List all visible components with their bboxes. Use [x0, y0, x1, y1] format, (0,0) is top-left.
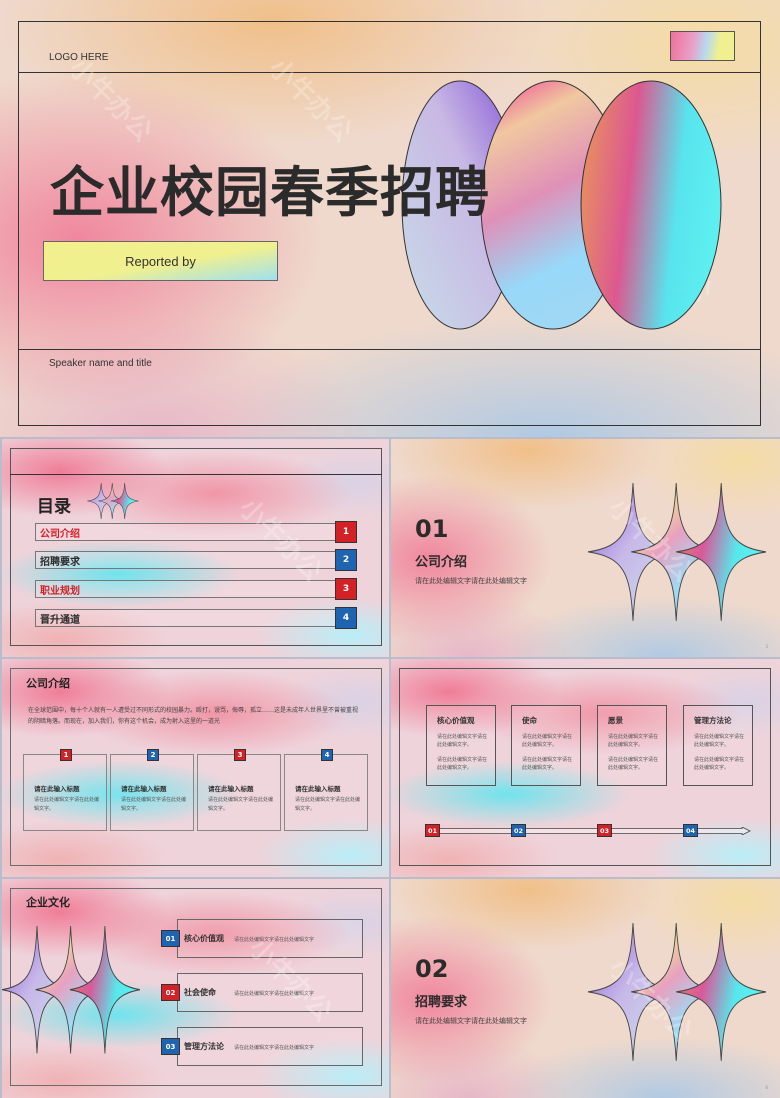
- card-title: 使命: [522, 716, 537, 725]
- row-badge: 03: [161, 1038, 180, 1055]
- section-heading: 企业文化: [26, 896, 70, 909]
- sparkle-stars-icon: [587, 482, 766, 622]
- card-desc: 请在此处编辑文字请在此处编辑文字。: [437, 757, 488, 771]
- value-card-3[interactable]: 愿景 请在此处编辑文字请在此处编辑文字。 请在此处编辑文字请在此处编辑文字。: [597, 705, 667, 786]
- header-divider: [18, 72, 761, 73]
- slide-company-intro[interactable]: 公司介绍 在全球范围中，每十个人就有一人遭受过不同形式的校园暴力。殴打，谩骂，侮…: [2, 659, 389, 877]
- card-badge: 3: [234, 749, 246, 761]
- toc-item-4[interactable]: 晋升通道 4: [35, 607, 357, 629]
- value-card-2[interactable]: 使命 请在此处编辑文字请在此处编辑文字。 请在此处编辑文字请在此处编辑文字。: [511, 705, 581, 786]
- intro-card-4[interactable]: 4 请在此输入标题 请在此处编辑文字请在此处编辑文字。: [284, 749, 368, 831]
- toc-item-1[interactable]: 公司介绍 1: [35, 521, 357, 543]
- toc-badge: 2: [335, 549, 357, 571]
- intro-card-2[interactable]: 2 请在此输入标题 请在此处编辑文字请在此处编辑文字。: [110, 749, 194, 831]
- timeline-marker-3: 03: [597, 824, 612, 837]
- toc-header-divider: [10, 474, 382, 475]
- row-title: 管理方法论: [184, 1042, 224, 1051]
- card-title: 请在此输入标题: [295, 785, 341, 793]
- toc-item-3[interactable]: 职业规划 3: [35, 578, 357, 600]
- reported-by-box: Reported by: [43, 241, 278, 281]
- section-title: 公司介绍: [415, 555, 468, 570]
- toc-badge: 1: [335, 521, 357, 543]
- slide-title[interactable]: LOGO HERE 企业校园春季招聘 Reported by Speaker n…: [0, 0, 780, 437]
- card-desc: 请在此处编辑文字请在此处编辑文字。: [608, 757, 659, 771]
- card-desc: 请在此处编辑文字请在此处编辑文字。: [608, 734, 659, 748]
- page-number: 3: [765, 644, 768, 649]
- card-badge: 4: [321, 749, 333, 761]
- toc-item-label: 公司介绍: [40, 528, 80, 540]
- row-desc: 请在此处编辑文字请在此处编辑文字: [234, 1045, 315, 1051]
- card-desc: 请在此处编辑文字请在此处编辑文字。: [437, 734, 488, 748]
- row-badge: 02: [161, 984, 180, 1001]
- card-desc: 请在此处编辑文字请在此处编辑文字。: [208, 797, 274, 812]
- value-card-4[interactable]: 管理方法论 请在此处编辑文字请在此处编辑文字。 请在此处编辑文字请在此处编辑文字…: [683, 705, 753, 786]
- row-title: 社会使命: [184, 988, 216, 997]
- card-title: 请在此输入标题: [208, 785, 254, 793]
- card-desc: 请在此处编辑文字请在此处编辑文字。: [34, 797, 100, 812]
- value-card-1[interactable]: 核心价值观 请在此处编辑文字请在此处编辑文字。 请在此处编辑文字请在此处编辑文字…: [426, 705, 496, 786]
- timeline-marker-1: 01: [425, 824, 440, 837]
- card-desc: 请在此处编辑文字请在此处编辑文字。: [694, 757, 745, 771]
- row-title: 核心价值观: [184, 934, 224, 943]
- page-title: 企业校园春季招聘: [50, 161, 490, 224]
- footer-divider: [18, 349, 761, 350]
- logo-placeholder: LOGO HERE: [49, 52, 109, 63]
- sparkle-stars-icon: [87, 483, 139, 519]
- intro-paragraph: 在全球范围中，每十个人就有一人遭受过不同形式的校园暴力。殴打，谩骂，侮辱，孤立……: [28, 707, 359, 725]
- speaker-name: Speaker name and title: [49, 358, 152, 369]
- slide-section-01[interactable]: 01 公司介绍 请在此处编辑文字请在此处编辑文字 3: [391, 439, 780, 657]
- card-title: 请在此输入标题: [121, 785, 167, 793]
- card-desc: 请在此处编辑文字请在此处编辑文字。: [121, 797, 187, 812]
- toc-badge: 3: [335, 578, 357, 600]
- card-title: 请在此输入标题: [34, 785, 80, 793]
- card-desc: 请在此处编辑文字请在此处编辑文字。: [295, 797, 361, 812]
- row-desc: 请在此处编辑文字请在此处编辑文字: [234, 937, 315, 943]
- timeline-marker-4: 04: [683, 824, 698, 837]
- timeline-marker-2: 02: [511, 824, 526, 837]
- card-desc: 请在此处编辑文字请在此处编辑文字。: [522, 757, 573, 771]
- intro-card-1[interactable]: 1 请在此输入标题 请在此处编辑文字请在此处编辑文字。: [23, 749, 107, 831]
- sparkle-stars-icon: [2, 926, 141, 1054]
- timeline-arrow: [426, 827, 751, 835]
- toc-title: 目录: [37, 497, 71, 517]
- page-number: 6: [765, 1085, 768, 1090]
- toc-item-label: 晋升通道: [40, 614, 80, 626]
- toc-item-label: 招聘要求: [40, 556, 80, 568]
- row-desc: 请在此处编辑文字请在此处编辑文字: [234, 991, 315, 997]
- slide-culture[interactable]: 企业文化 01 核心价值观 请在此处编辑文字请在此处编辑文字 02 社会使命 请…: [2, 879, 389, 1098]
- slide-toc[interactable]: 目录 公司介绍 1 招聘要求 2 职业规划 3 晋升通道 4: [2, 439, 389, 657]
- color-swatch: [670, 31, 735, 61]
- intro-card-3[interactable]: 3 请在此输入标题 请在此处编辑文字请在此处编辑文字。: [197, 749, 281, 831]
- culture-row-3[interactable]: 03 管理方法论 请在此处编辑文字请在此处编辑文字: [161, 1027, 363, 1066]
- row-badge: 01: [161, 930, 180, 947]
- section-subtitle: 请在此处编辑文字请在此处编辑文字: [415, 577, 527, 585]
- slide-values[interactable]: 核心价值观 请在此处编辑文字请在此处编辑文字。 请在此处编辑文字请在此处编辑文字…: [391, 659, 780, 877]
- slide-section-02[interactable]: 02 招聘要求 请在此处编辑文字请在此处编辑文字 6: [391, 879, 780, 1098]
- section-heading: 公司介绍: [26, 677, 70, 690]
- toc-item-label: 职业规划: [40, 585, 80, 597]
- card-badge: 1: [60, 749, 72, 761]
- sparkle-stars-icon: [587, 922, 766, 1062]
- card-title: 核心价值观: [437, 716, 475, 725]
- card-desc: 请在此处编辑文字请在此处编辑文字。: [522, 734, 573, 748]
- toc-item-2[interactable]: 招聘要求 2: [35, 549, 357, 571]
- card-desc: 请在此处编辑文字请在此处编辑文字。: [694, 734, 745, 748]
- culture-row-1[interactable]: 01 核心价值观 请在此处编辑文字请在此处编辑文字: [161, 919, 363, 958]
- section-subtitle: 请在此处编辑文字请在此处编辑文字: [415, 1017, 527, 1025]
- section-number: 01: [415, 515, 449, 543]
- section-number: 02: [415, 955, 449, 983]
- card-badge: 2: [147, 749, 159, 761]
- toc-badge: 4: [335, 607, 357, 629]
- card-title: 管理方法论: [694, 716, 732, 725]
- card-title: 愿景: [608, 716, 623, 725]
- culture-row-2[interactable]: 02 社会使命 请在此处编辑文字请在此处编辑文字: [161, 973, 363, 1012]
- section-title: 招聘要求: [415, 995, 468, 1010]
- ellipse-cyan: [580, 80, 722, 330]
